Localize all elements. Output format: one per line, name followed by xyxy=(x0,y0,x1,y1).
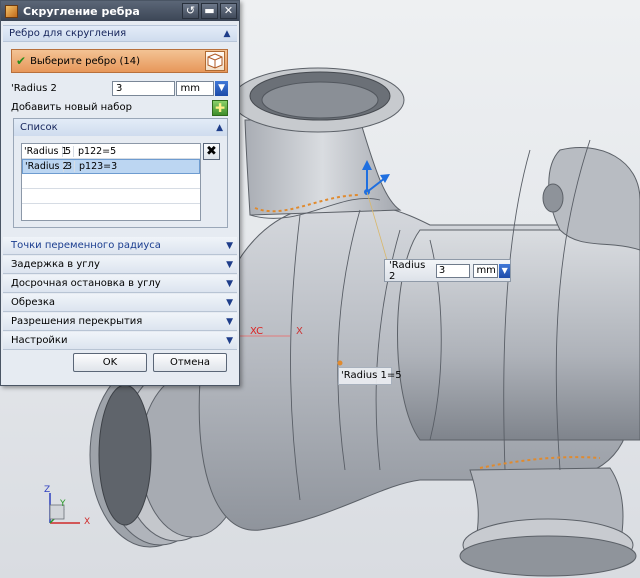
chevron-up-icon: ▲ xyxy=(216,122,223,133)
radius2-callout-unit[interactable]: mm xyxy=(473,263,499,278)
cancel-button[interactable]: Отмена xyxy=(153,353,227,372)
edge-blend-icon xyxy=(5,4,18,18)
title-bar[interactable]: Скругление ребра ↺ ▬ ✕ xyxy=(1,1,239,21)
radius-unit-select[interactable]: mm xyxy=(176,80,215,96)
edge-selector-cube-icon[interactable] xyxy=(205,51,225,71)
radius2-callout-value[interactable]: 3 xyxy=(435,263,471,278)
section-settings[interactable]: Настройки ▼ xyxy=(3,332,237,350)
section-corner-setback[interactable]: Задержка в углу ▼ xyxy=(3,256,237,274)
chevron-down-icon: ▼ xyxy=(226,240,233,251)
radius2-callout-dropdown-icon[interactable]: ▼ xyxy=(499,263,510,278)
reset-icon[interactable]: ↺ xyxy=(182,3,199,19)
list-group-header[interactable]: Список ▲ xyxy=(14,119,227,136)
section-stop-short-of-corner[interactable]: Досрочная остановка в углу ▼ xyxy=(3,275,237,293)
edge-blend-dialog: Скругление ребра ↺ ▬ ✕ Ребро для скругле… xyxy=(0,0,240,386)
section-trim[interactable]: Обрезка ▼ xyxy=(3,294,237,312)
upper-pipe xyxy=(244,119,402,216)
checkmark-icon: ✔ xyxy=(16,54,27,68)
radius2-callout-label: 'Radius 2 xyxy=(389,259,426,282)
radius-label: 'Radius 2 xyxy=(11,82,57,94)
edge-group-header[interactable]: Ребро для скругления ▲ xyxy=(3,25,237,42)
radius1-point[interactable] xyxy=(337,360,343,366)
add-new-set-button[interactable]: ✚ xyxy=(212,99,228,116)
delete-icon[interactable]: ✖ xyxy=(203,143,220,160)
list-group-title: Список xyxy=(20,122,58,133)
dialog-title: Скругление ребра xyxy=(23,4,140,18)
add-new-set-row: Добавить новый набор ✚ xyxy=(11,99,228,116)
list-item[interactable]: 'Radius 1 5 p122=5 xyxy=(22,144,200,159)
radius-row: 'Radius 2 3 mm ▼ xyxy=(11,79,229,97)
radius2-screen-input: 'Radius 2 3 mm ▼ xyxy=(384,259,511,282)
select-edge-label: Выберите ребро (14) xyxy=(30,55,140,67)
close-icon[interactable]: ✕ xyxy=(220,3,237,19)
collapse-icon[interactable]: ▬ xyxy=(201,3,218,19)
edge-group-title: Ребро для скругления xyxy=(9,28,127,39)
ok-button[interactable]: OK xyxy=(73,353,147,372)
list-item-empty xyxy=(22,174,200,189)
list-item-empty xyxy=(22,189,200,204)
chevron-up-icon: ▲ xyxy=(223,28,231,39)
radius-input[interactable]: 3 xyxy=(112,80,176,96)
radius-options-dropdown-icon[interactable]: ▼ xyxy=(215,80,229,96)
list-group: Список ▲ 'Radius 1 5 p122=5 'Radius 2 3 … xyxy=(13,118,228,228)
select-edge-row[interactable]: ✔ Выберите ребро (14) xyxy=(11,49,228,73)
radius-set-list: 'Radius 1 5 p122=5 'Radius 2 3 p123=3 xyxy=(21,143,201,221)
chevron-down-icon: ▼ xyxy=(226,278,233,289)
section-variable-radius[interactable]: Точки переменного радиуса ▼ xyxy=(3,237,237,255)
list-item-selected[interactable]: 'Radius 2 3 p123=3 xyxy=(22,159,200,174)
radius1-label[interactable]: 'Radius 1=5 xyxy=(338,367,402,385)
edge-group: Ребро для скругления ▲ xyxy=(3,25,237,42)
section-overflow-resolutions[interactable]: Разрешения перекрытия ▼ xyxy=(3,313,237,331)
chevron-down-icon: ▼ xyxy=(226,335,233,346)
triad-z-label: Z xyxy=(44,485,51,495)
chevron-down-icon: ▼ xyxy=(226,316,233,327)
chevron-down-icon: ▼ xyxy=(226,259,233,270)
csys-label-xc: XC xyxy=(250,326,264,337)
add-new-set-label: Добавить новый набор xyxy=(11,102,132,113)
dialog-buttons: OK Отмена xyxy=(1,353,239,375)
triad-x-label: X xyxy=(84,517,91,527)
triad-y-label: Y xyxy=(60,499,66,509)
csys-label-x: X xyxy=(296,326,303,337)
chevron-down-icon: ▼ xyxy=(226,297,233,308)
